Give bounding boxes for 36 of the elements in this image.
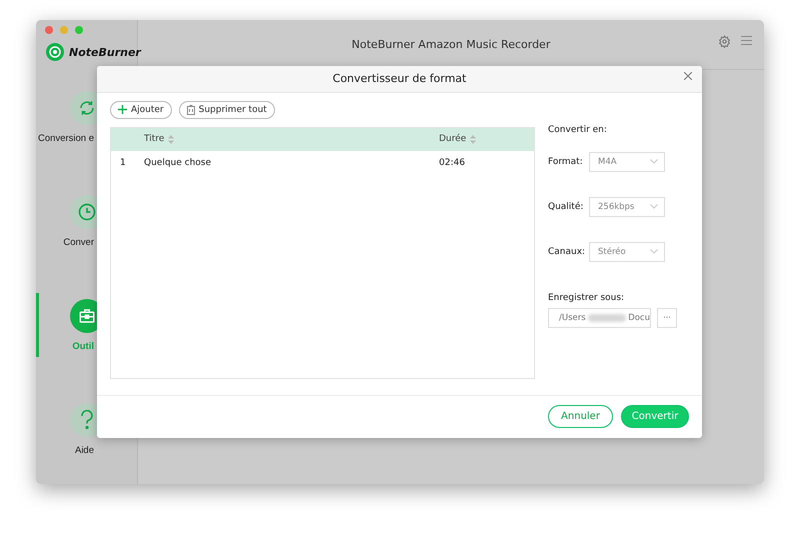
table-cell-text: 1	[119, 158, 127, 168]
table-cell-text: 02:46	[439, 158, 466, 168]
plus-icon	[118, 105, 127, 114]
window-title: NoteBurner Amazon Music Recorder	[352, 38, 550, 51]
browse-button[interactable]: ···	[657, 308, 677, 328]
dialog-title: Convertisseur de format	[332, 72, 466, 86]
add-button[interactable]: Ajouter	[110, 100, 172, 119]
clock-icon	[76, 202, 96, 222]
dropdown[interactable]: 256kbps	[589, 196, 665, 217]
toolbox-icon	[78, 306, 96, 324]
trash-icon	[186, 104, 195, 115]
chevron-down-icon	[650, 204, 658, 210]
dropdown[interactable]: M4A	[589, 152, 665, 172]
chevron-down-icon	[650, 249, 658, 254]
question-icon	[80, 410, 94, 430]
sort-icon[interactable]	[470, 134, 476, 144]
field-label: Canaux:	[548, 246, 583, 257]
close-icon	[684, 72, 692, 80]
chevron-down-icon	[650, 159, 658, 164]
column-header[interactable]: Durée	[439, 134, 466, 144]
field-label: Qualité:	[548, 202, 583, 212]
delete-all-button[interactable]: Supprimer tout	[178, 100, 275, 119]
app-logo-text: NoteBurner	[69, 46, 141, 58]
section-heading: Convertir en:	[548, 124, 608, 135]
column-header[interactable]: Titre	[144, 134, 164, 144]
path-field[interactable]: /Users Docu	[548, 308, 651, 328]
field-label: Enregistrer sous:	[548, 292, 626, 303]
table-cell-text: Quelque chose	[144, 158, 212, 168]
sort-icon[interactable]	[168, 134, 174, 144]
refresh-icon	[78, 98, 96, 116]
field-label: Format:	[548, 156, 583, 167]
logo-icon	[46, 43, 64, 61]
settings-icon[interactable]	[718, 35, 731, 48]
menu-icon[interactable]	[741, 35, 752, 46]
close-button[interactable]	[684, 72, 692, 80]
dropdown[interactable]: Stéréo	[589, 242, 665, 262]
